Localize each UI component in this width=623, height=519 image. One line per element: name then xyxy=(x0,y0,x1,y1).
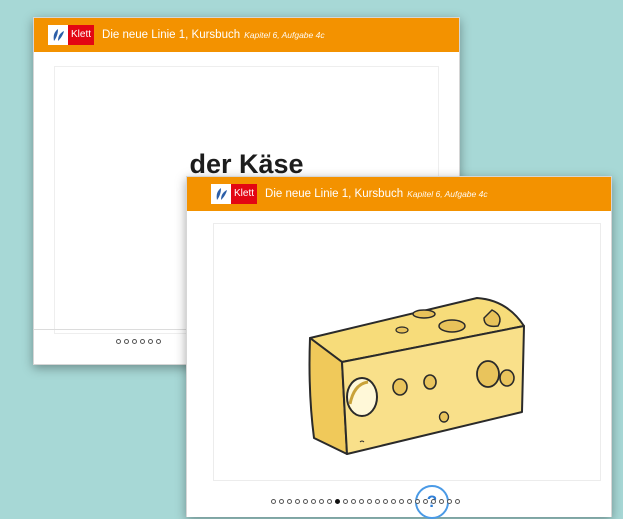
course-title: Die neue Linie 1, Kursbuch xyxy=(102,29,241,41)
klett-logo: Klett xyxy=(211,183,258,205)
pagination-dot[interactable] xyxy=(399,499,404,504)
pagination-dot[interactable] xyxy=(287,499,292,504)
pagination-dot[interactable] xyxy=(156,339,161,344)
pagination-dot[interactable] xyxy=(431,499,436,504)
pagination-dot[interactable] xyxy=(439,499,444,504)
pagination-dot[interactable] xyxy=(415,499,420,504)
course-subtitle: Kapitel 6, Aufgabe 4c xyxy=(244,30,325,40)
pagination-dot[interactable] xyxy=(303,499,308,504)
pagination xyxy=(116,339,161,344)
pagination-dot[interactable] xyxy=(391,499,396,504)
pagination xyxy=(271,499,460,504)
pagination-dot[interactable] xyxy=(447,499,452,504)
cheese-image xyxy=(308,297,525,455)
pagination-dot[interactable] xyxy=(407,499,412,504)
pagination-dot[interactable] xyxy=(124,339,129,344)
pagination-dot[interactable] xyxy=(311,499,316,504)
flashcard-front: Klett Die neue Linie 1, Kursbuch Kapitel… xyxy=(186,176,612,519)
logo-text: Klett xyxy=(231,184,258,204)
klett-logo: Klett xyxy=(48,24,95,46)
pagination-dot[interactable] xyxy=(383,499,388,504)
pagination-dot-active[interactable] xyxy=(335,499,340,504)
pagination-dot[interactable] xyxy=(343,499,348,504)
pagination-dot[interactable] xyxy=(140,339,145,344)
pagination-dot[interactable] xyxy=(375,499,380,504)
pagination-dot[interactable] xyxy=(271,499,276,504)
pagination-dot[interactable] xyxy=(132,339,137,344)
card-content: ? xyxy=(213,223,601,519)
pagination-dot[interactable] xyxy=(279,499,284,504)
pagination-dot[interactable] xyxy=(327,499,332,504)
header-bar: Klett Die neue Linie 1, Kursbuch Kapitel… xyxy=(187,177,611,211)
pagination-dot[interactable] xyxy=(148,339,153,344)
pagination-dot[interactable] xyxy=(367,499,372,504)
pagination-dot[interactable] xyxy=(319,499,324,504)
pagination-dot[interactable] xyxy=(351,499,356,504)
pagination-dot[interactable] xyxy=(423,499,428,504)
pagination-dot[interactable] xyxy=(295,499,300,504)
pagination-dot[interactable] xyxy=(359,499,364,504)
course-title: Die neue Linie 1, Kursbuch xyxy=(265,188,404,200)
logo-text: Klett xyxy=(68,25,95,45)
header-bar: Klett Die neue Linie 1, Kursbuch Kapitel… xyxy=(34,18,459,52)
pagination-dot[interactable] xyxy=(116,339,121,344)
klett-leaf-icon xyxy=(211,184,231,204)
klett-leaf-icon xyxy=(48,25,68,45)
pagination-dot[interactable] xyxy=(455,499,460,504)
course-subtitle: Kapitel 6, Aufgabe 4c xyxy=(407,189,488,199)
